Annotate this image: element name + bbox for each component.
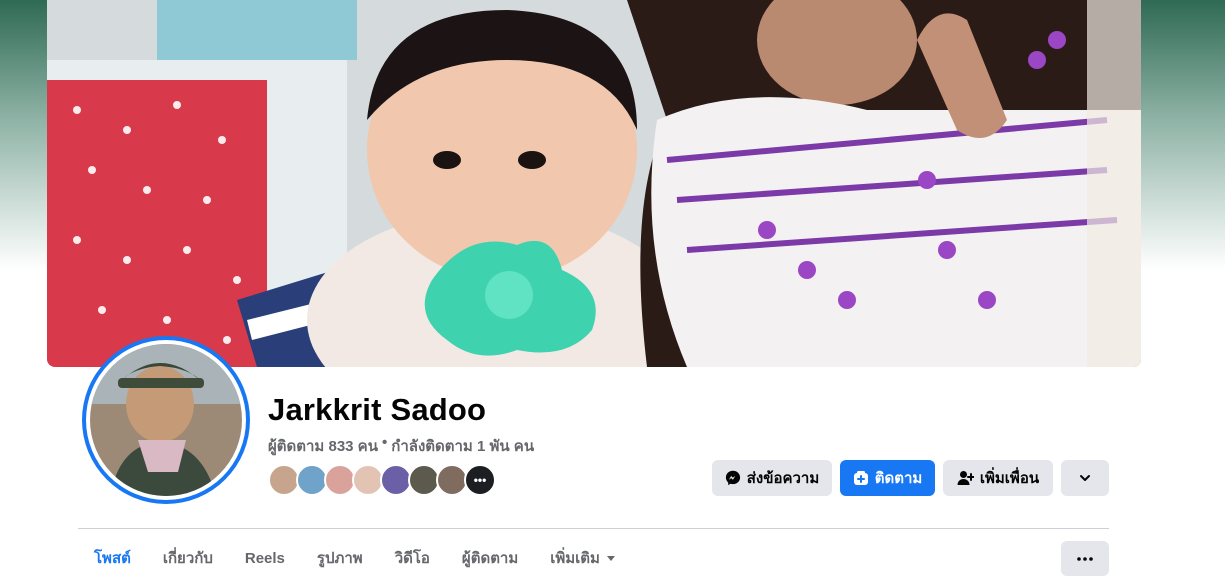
tab-posts[interactable]: โพสต์ bbox=[78, 540, 147, 576]
following-count[interactable]: กำลังติดตาม 1 พัน คน bbox=[391, 434, 534, 458]
ellipsis-icon bbox=[1077, 556, 1093, 561]
cover-photo[interactable] bbox=[47, 0, 1141, 367]
cover-photo-image bbox=[47, 0, 1141, 367]
profile-picture[interactable] bbox=[82, 336, 250, 504]
tab-videos[interactable]: วิดีโอ bbox=[379, 540, 446, 576]
tab-followers[interactable]: ผู้ติดตาม bbox=[446, 540, 534, 576]
stats-separator: • bbox=[381, 434, 388, 451]
tab-reels-label: Reels bbox=[244, 549, 285, 567]
message-button[interactable]: ส่งข้อความ bbox=[712, 460, 832, 496]
message-button-label: ส่งข้อความ bbox=[746, 470, 820, 487]
header-divider bbox=[78, 528, 1109, 529]
tab-reels[interactable]: Reels bbox=[229, 540, 301, 576]
follow-plus-icon bbox=[853, 471, 868, 485]
tab-about[interactable]: เกี่ยวกับ bbox=[147, 540, 229, 576]
more-friends-label: ••• bbox=[473, 473, 487, 487]
more-options-button[interactable] bbox=[1061, 541, 1109, 576]
profile-picture-image bbox=[90, 344, 242, 496]
more-friends-avatar[interactable]: ••• bbox=[464, 464, 496, 496]
caret-down-icon bbox=[606, 556, 615, 561]
add-friend-button-label: เพิ่มเพื่อน bbox=[979, 470, 1040, 487]
tab-about-label: เกี่ยวกับ bbox=[162, 550, 213, 567]
messenger-icon bbox=[725, 470, 740, 486]
profile-options-dropdown[interactable] bbox=[1061, 460, 1109, 496]
profile-name: Jarkkrit Sadoo bbox=[268, 392, 487, 427]
tab-posts-label: โพสต์ bbox=[94, 550, 131, 567]
follow-button[interactable]: ติดตาม bbox=[840, 460, 935, 496]
tab-more[interactable]: เพิ่มเติม bbox=[534, 540, 632, 576]
tab-photos[interactable]: รูปภาพ bbox=[301, 540, 379, 576]
profile-tabs: โพสต์ เกี่ยวกับ Reels รูปภาพ วิดีโอ ผู้ต… bbox=[78, 540, 632, 576]
add-friend-button[interactable]: เพิ่มเพื่อน bbox=[943, 460, 1053, 496]
tab-followers-label: ผู้ติดตาม bbox=[461, 550, 519, 567]
follow-button-label: ติดตาม bbox=[874, 470, 923, 487]
add-friend-icon bbox=[957, 471, 974, 485]
followers-count[interactable]: ผู้ติดตาม 833 คน bbox=[268, 434, 378, 458]
tab-videos-label: วิดีโอ bbox=[394, 550, 430, 567]
tab-more-label: เพิ่มเติม bbox=[550, 550, 600, 567]
mutual-friends-avatars: ••• bbox=[268, 464, 496, 496]
chevron-down-icon bbox=[1080, 475, 1090, 481]
follow-stats: ผู้ติดตาม 833 คน • กำลังติดตาม 1 พัน คน bbox=[268, 434, 534, 458]
tab-photos-label: รูปภาพ bbox=[316, 550, 363, 567]
